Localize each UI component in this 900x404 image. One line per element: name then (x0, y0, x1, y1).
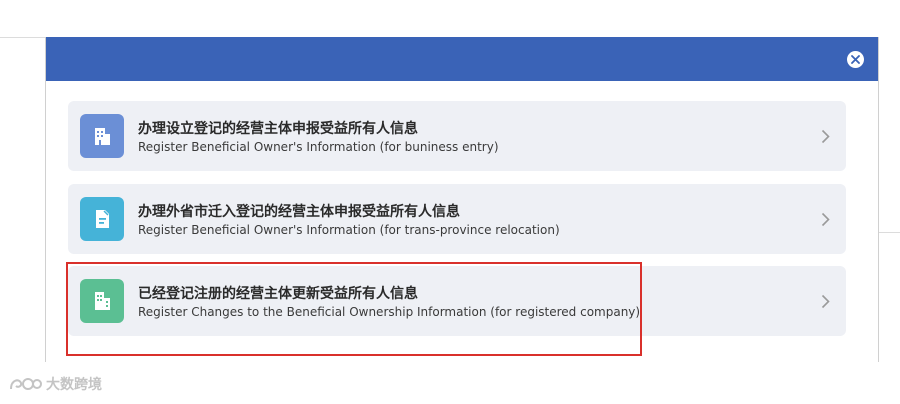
chevron-right-icon (821, 129, 830, 144)
modal-dialog: 办理设立登记的经营主体申报受益所有人信息 Register Beneficial… (45, 37, 879, 362)
option-subtitle: Register Changes to the Beneficial Owner… (138, 305, 641, 319)
backdrop-divider (877, 232, 900, 233)
backdrop-divider (0, 37, 45, 38)
watermark-text: 大数跨境 (46, 377, 102, 393)
close-button[interactable] (847, 51, 864, 68)
option-business-entry[interactable]: 办理设立登记的经营主体申报受益所有人信息 Register Beneficial… (68, 101, 846, 171)
chevron-right-icon (821, 212, 830, 227)
option-title: 已经登记注册的经营主体更新受益所有人信息 (138, 286, 418, 302)
document-edit-icon (80, 197, 124, 241)
chevron-right-icon (821, 294, 830, 309)
building-update-icon (80, 279, 124, 323)
watermark-logo-icon (10, 378, 42, 390)
close-icon (851, 55, 860, 64)
option-registered-company-update[interactable]: 已经登记注册的经营主体更新受益所有人信息 Register Changes to… (68, 266, 846, 336)
option-trans-province-relocation[interactable]: 办理外省市迁入登记的经营主体申报受益所有人信息 Register Benefic… (68, 184, 846, 254)
modal-header (46, 37, 878, 81)
option-subtitle: Register Beneficial Owner's Information … (138, 140, 499, 154)
option-subtitle: Register Beneficial Owner's Information … (138, 223, 560, 237)
option-title: 办理外省市迁入登记的经营主体申报受益所有人信息 (138, 204, 460, 220)
watermark: 大数跨境 (8, 374, 102, 394)
option-title: 办理设立登记的经营主体申报受益所有人信息 (138, 121, 418, 137)
building-icon (80, 114, 124, 158)
